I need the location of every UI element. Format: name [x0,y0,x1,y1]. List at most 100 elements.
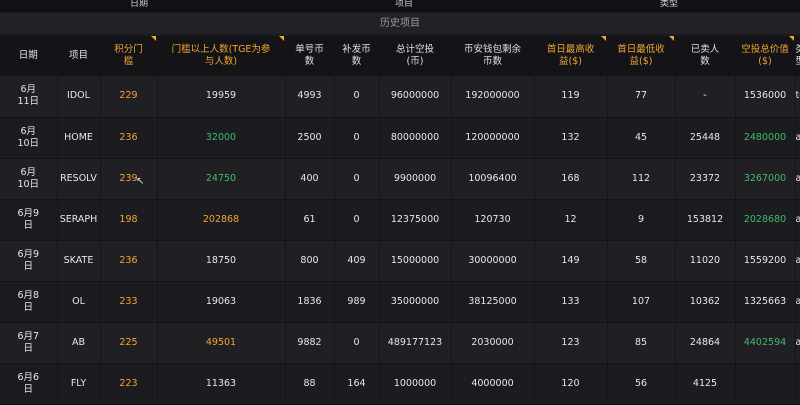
cell-type: alpha [795,158,800,200]
cell-project: OL [57,281,101,323]
history-table: 日期 项目 积分门槛 门槛以上人数(TGE为参与人数) 单号币数 补发币数 总计… [0,36,800,405]
cell-sold: 24864 [675,322,736,364]
table-row[interactable]: 6月9日 SKATE 236 18750 800 409 15000000 30… [0,240,800,282]
cell-per-account: 800 [285,240,335,282]
sort-marker-icon [278,36,284,41]
col-per-account[interactable]: 单号币数 [285,36,335,76]
cell-total-value: 1559200 [735,240,796,282]
cell-per-account: 1836 [285,281,335,323]
cell-extra: 0 [334,117,380,159]
cell-per-account: 2500 [285,117,335,159]
col-threshold[interactable]: 积分门槛 [100,36,158,76]
col-min-profit[interactable]: 首日最低收益($) [607,36,676,76]
mouse-cursor-icon: ↖ [136,176,145,187]
cell-per-account: 61 [285,199,335,241]
cell-remaining: 10096400 [451,158,535,200]
table-row[interactable]: 6月10日 RESOLV 239 24750 400 0 9900000 100… [0,158,800,200]
cell-type: alpha [795,240,800,282]
cell-remaining: 192000000 [451,76,535,118]
cell-date: 6月10日 [0,158,58,200]
cell-date: 6月9日 [0,199,58,241]
col-sold[interactable]: 已卖人数 [675,36,736,76]
cell-sold: 153812 [675,199,736,241]
cell-sold: 11020 [675,240,736,282]
cell-remaining: 4000000 [451,363,535,405]
cell-project: HOME [57,117,101,159]
cell-min-profit: 58 [607,240,676,282]
top-header-date: 日期 [130,0,149,9]
top-header-type: 类型 [660,0,679,9]
cell-sold: 23372 [675,158,736,200]
cell-min-profit: 45 [607,117,676,159]
cell-min-profit: 56 [607,363,676,405]
col-holders[interactable]: 门槛以上人数(TGE为参与人数) [157,36,286,76]
cell-max-profit: 168 [534,158,608,200]
table-row[interactable]: 6月7日 AB 225 49501 9882 0 489177123 20300… [0,322,800,364]
cell-remaining: 120730 [451,199,535,241]
cell-max-profit: 133 [534,281,608,323]
cell-type [795,363,800,405]
cell-extra: 0 [334,322,380,364]
cell-total-value: 2028680 [735,199,796,241]
col-max-profit[interactable]: 首日最高收益($) [534,36,608,76]
cell-total-value: 1325663 [735,281,796,323]
cell-min-profit: 85 [607,322,676,364]
cell-extra: 0 [334,199,380,241]
col-date[interactable]: 日期 [0,36,58,76]
section-title: 历史项目 [0,13,800,34]
cell-remaining: 30000000 [451,240,535,282]
cell-total-airdrop: 489177123 [379,322,452,364]
cell-project: IDOL [57,76,101,118]
sort-marker-icon [600,36,606,41]
cell-threshold: 198 [100,199,158,241]
cell-threshold: 239 [100,158,158,200]
cell-max-profit: 123 [534,322,608,364]
cell-threshold: 223 [100,363,158,405]
cell-extra: 989 [334,281,380,323]
cell-min-profit: 9 [607,199,676,241]
col-project[interactable]: 项目 [57,36,101,76]
cell-extra: 164 [334,363,380,405]
cell-threshold: 236 [100,240,158,282]
cell-threshold: 225 [100,322,158,364]
cell-type: alpha [795,322,800,364]
cell-max-profit: 120 [534,363,608,405]
cell-holders: 19063 [157,281,286,323]
col-extra[interactable]: 补发币数 [334,36,380,76]
col-total-airdrop[interactable]: 总计空投(币) [379,36,452,76]
cell-total-airdrop: 15000000 [379,240,452,282]
cell-total-value [735,363,796,405]
cell-type: alpha [795,117,800,159]
cell-type: alpha [795,281,800,323]
top-header: 日期 项目 类型 [0,0,800,12]
cell-sold: 4125 [675,363,736,405]
col-total-value[interactable]: 空投总价值($) [735,36,796,76]
cell-total-value: 4402594 [735,322,796,364]
cell-total-airdrop: 9900000 [379,158,452,200]
cell-threshold: 229 [100,76,158,118]
col-type[interactable]: 类型 [795,36,800,76]
cell-project: RESOLV [57,158,101,200]
cell-threshold: 233 [100,281,158,323]
cell-max-profit: 149 [534,240,608,282]
sort-marker-icon [668,36,674,41]
cell-date: 6月10日 [0,117,58,159]
cell-project: FLY [57,363,101,405]
cell-date: 6月7日 [0,322,58,364]
cell-sold: 25448 [675,117,736,159]
cell-holders: 32000 [157,117,286,159]
cell-total-airdrop: 35000000 [379,281,452,323]
table-row[interactable]: 6月6日 FLY 223 11363 88 164 1000000 400000… [0,363,800,405]
table-row[interactable]: 6月8日 OL 233 19063 1836 989 35000000 3812… [0,281,800,323]
table-row[interactable]: 6月11日 IDOL 229 19959 4993 0 96000000 192… [0,76,800,118]
cell-holders: 202868 [157,199,286,241]
cell-total-airdrop: 1000000 [379,363,452,405]
col-remaining[interactable]: 币安钱包剩余币数 [451,36,535,76]
cell-sold: - [675,76,736,118]
table-row[interactable]: 6月9日 SERAPH 198 202868 61 0 12375000 120… [0,199,800,241]
cell-project: AB [57,322,101,364]
cell-min-profit: 107 [607,281,676,323]
cell-date: 6月8日 [0,281,58,323]
table-row[interactable]: 6月10日 HOME 236 32000 2500 0 80000000 120… [0,117,800,159]
sort-marker-icon [788,36,794,41]
